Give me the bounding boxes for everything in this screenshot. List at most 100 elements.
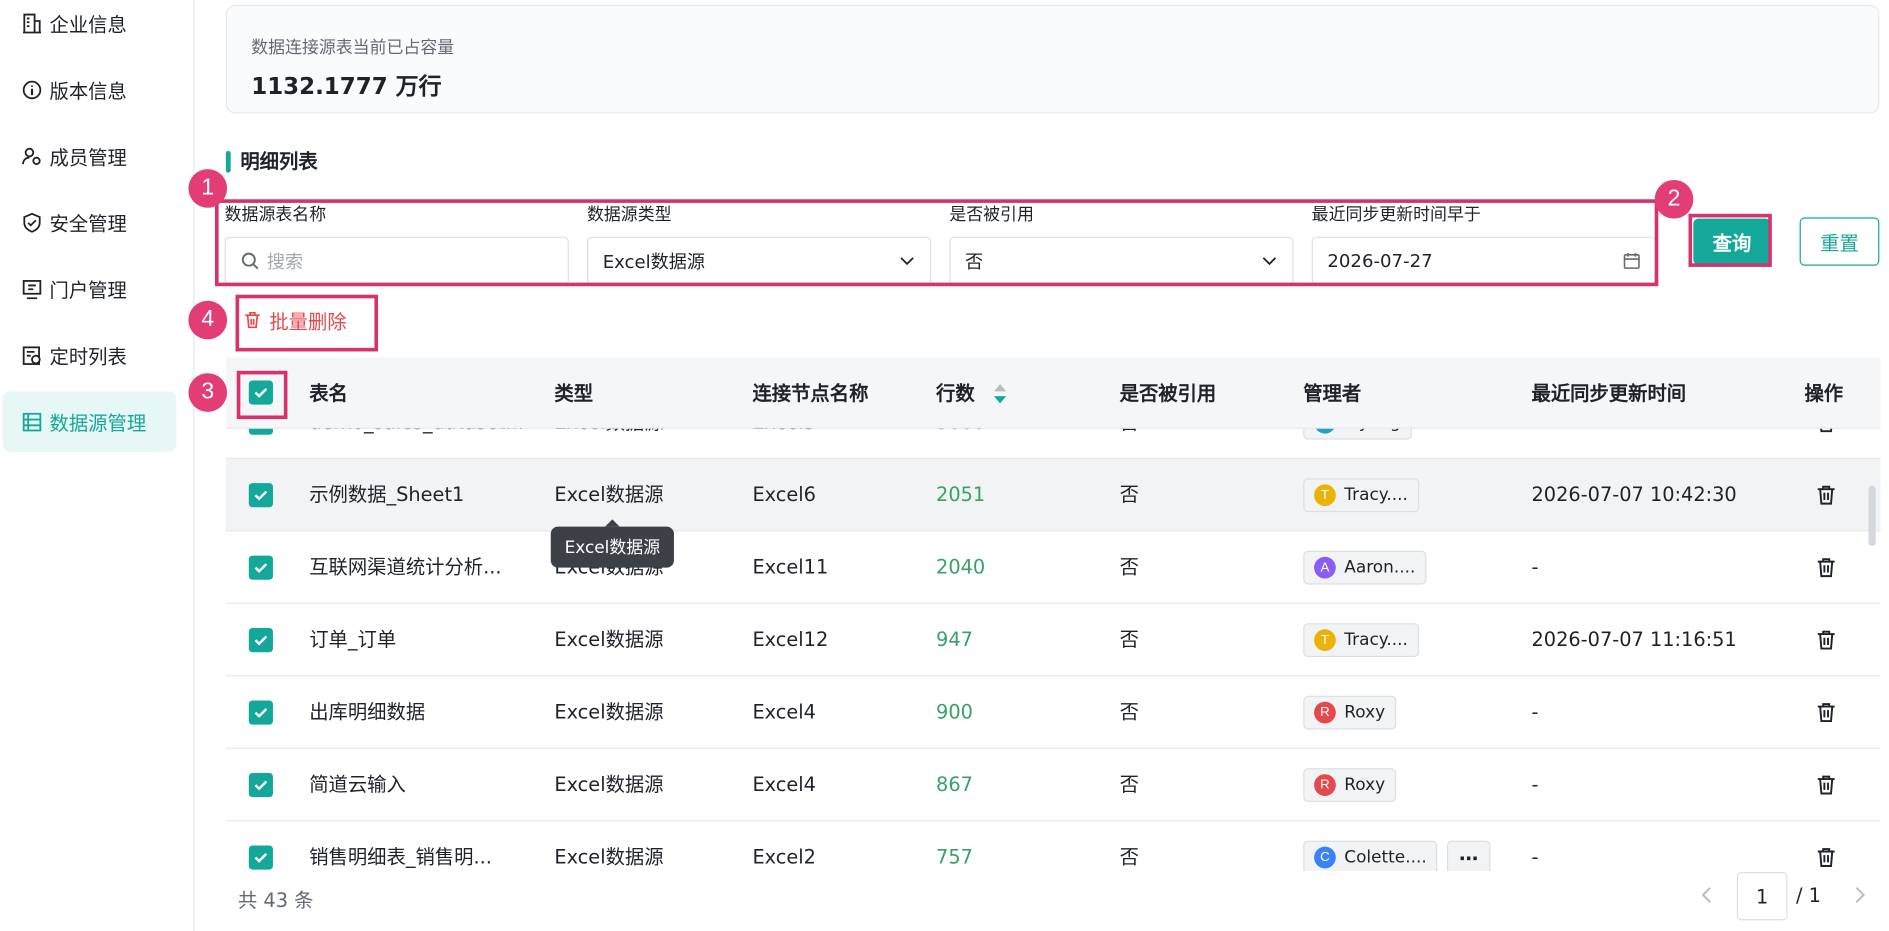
cell-referenced: 否 xyxy=(1119,700,1139,724)
cell-sync-time: - xyxy=(1531,845,1539,869)
sync-date-input[interactable]: 2026-07-27 xyxy=(1311,236,1656,286)
prev-page-icon[interactable] xyxy=(1701,887,1715,904)
owner-chip[interactable]: T Tracy.... xyxy=(1303,478,1419,513)
avatar: A xyxy=(1314,556,1336,579)
cell-type: Excel数据源 xyxy=(554,845,664,869)
sort-icon[interactable] xyxy=(993,382,1007,406)
owner-name: Roxy xyxy=(1344,702,1386,723)
table-row[interactable]: 示例数据_Sheet1 Excel数据源 Excel6 2051 否 T Tracy....… xyxy=(225,458,1881,532)
table-row[interactable]: 出库明细数据 Excel数据源 Excel4 900 否 R Roxy - xyxy=(225,676,1881,749)
portal-icon xyxy=(22,279,42,299)
cell-sync-time: - xyxy=(1531,700,1539,724)
cell-type: Excel数据源 xyxy=(554,700,664,724)
trash-icon[interactable] xyxy=(1815,629,1837,651)
cell-referenced: 否 xyxy=(1119,555,1139,579)
avatar: R xyxy=(1314,701,1336,724)
table-scrollbar[interactable] xyxy=(1868,485,1876,546)
row-checkbox[interactable] xyxy=(248,700,273,725)
row-checkbox[interactable] xyxy=(248,428,273,435)
owner-chip[interactable]: C Colette.... xyxy=(1303,840,1438,871)
more-owners-button[interactable]: ⋯ xyxy=(1446,840,1491,871)
capacity-label: 数据连接源表当前已占容量 xyxy=(251,38,455,58)
annotation-badge-4: 4 xyxy=(188,300,228,340)
capacity-card: 数据连接源表当前已占容量 1132.1777 万行 xyxy=(225,4,1880,114)
sidebar-item-datasource[interactable]: 数据源管理 xyxy=(2,391,177,452)
owner-name: Tracy.... xyxy=(1344,630,1408,650)
header-type: 类型 xyxy=(554,381,594,405)
cell-sync-time xyxy=(1531,429,1773,459)
table-body: demo_sales_dataset... Excel数据源 Excel5 3000 否… xyxy=(225,428,1881,871)
avatar: C xyxy=(1314,846,1336,869)
trash-icon[interactable] xyxy=(1815,774,1837,796)
sidebar-item-company[interactable]: 企业信息 xyxy=(2,0,176,53)
row-checkbox[interactable] xyxy=(248,772,273,798)
header-node: 连接节点名称 xyxy=(752,381,869,405)
page-input[interactable]: 1 xyxy=(1736,872,1788,921)
trash-icon[interactable] xyxy=(1815,557,1837,579)
cell-node: Excel4 xyxy=(752,772,816,796)
check-icon xyxy=(254,563,268,573)
row-checkbox[interactable] xyxy=(248,483,273,508)
cell-referenced: 否 xyxy=(1119,483,1139,507)
referenced-filter-label: 是否被引用 xyxy=(949,205,1034,225)
annotation-badge-3: 3 xyxy=(188,373,228,412)
header-sync-time: 最近同步更新时间 xyxy=(1531,381,1687,405)
bulk-delete-button[interactable]: 批量删除 xyxy=(243,306,347,335)
sidebar-item-schedule[interactable]: 定时列表 xyxy=(2,325,176,385)
sidebar-item-security[interactable]: 安全管理 xyxy=(2,192,176,252)
database-icon xyxy=(22,412,42,431)
cell-sync-time: - xyxy=(1531,772,1539,796)
page-total: / 1 xyxy=(1795,884,1821,908)
row-checkbox[interactable] xyxy=(248,628,273,653)
cell-name: 出库明细数据 xyxy=(309,700,426,724)
sidebar-item-portal[interactable]: 门户管理 xyxy=(2,258,176,318)
avatar: T xyxy=(1314,484,1336,507)
main-content: 数据连接源表当前已占容量 1132.1777 万行 明细列表 数据源表名称 数据… xyxy=(188,0,1889,931)
type-select[interactable]: Excel数据源 xyxy=(586,236,932,286)
cell-rows: 757 xyxy=(936,845,973,869)
owner-name: Tiyang xyxy=(1344,429,1400,433)
total-count: 共 43 条 xyxy=(237,888,314,912)
owner-chip[interactable]: A Aaron.... xyxy=(1303,550,1427,585)
owner-chip[interactable]: R Roxy xyxy=(1303,695,1396,730)
query-button[interactable]: 查询 xyxy=(1693,218,1771,265)
bulk-delete-label: 批量删除 xyxy=(269,310,347,334)
table-row[interactable]: 简道云输入 Excel数据源 Excel4 867 否 R Roxy - xyxy=(225,749,1881,822)
trash-icon[interactable] xyxy=(1815,847,1837,869)
trash-icon[interactable] xyxy=(1815,484,1837,506)
header-rows[interactable]: 行数 xyxy=(936,358,975,429)
cell-rows: 867 xyxy=(936,772,973,796)
type-select-value: Excel数据源 xyxy=(602,250,706,273)
cell-name: 示例数据_Sheet1 xyxy=(309,483,465,507)
cell-sync-time: 2026-07-07 10:42:30 xyxy=(1531,483,1737,507)
select-all-checkbox[interactable] xyxy=(248,380,273,405)
owner-name: Colette.... xyxy=(1344,847,1427,868)
row-checkbox[interactable] xyxy=(248,555,273,580)
cell-type: Excel数据源 xyxy=(554,429,735,459)
search-placeholder: 搜索 xyxy=(266,250,304,273)
sidebar-item-label: 安全管理 xyxy=(49,212,127,236)
sidebar-item-members[interactable]: 成员管理 xyxy=(2,126,176,186)
owner-name: Aaron.... xyxy=(1344,558,1416,578)
next-page-icon[interactable] xyxy=(1852,887,1866,904)
table-row[interactable]: 销售明细表_销售明... Excel数据源 Excel2 757 否 C Colette..… xyxy=(226,821,1881,871)
capacity-value: 1132.1777 万行 xyxy=(251,73,442,101)
reset-button[interactable]: 重置 xyxy=(1799,217,1880,266)
trash-icon[interactable] xyxy=(1815,428,1837,434)
trash-icon[interactable] xyxy=(1815,702,1837,724)
search-input[interactable]: 搜索 xyxy=(224,236,569,286)
sidebar-item-version[interactable]: 版本信息 xyxy=(2,59,176,119)
referenced-select[interactable]: 否 xyxy=(949,236,1294,286)
table-row[interactable]: 互联网渠道统计分析...Excel数据源Excel112040否AAaron..… xyxy=(225,531,1881,604)
cell-sync-time: - xyxy=(1531,555,1539,579)
cell-rows: 2051 xyxy=(936,483,986,507)
owner-chip[interactable]: T Tracy.... xyxy=(1303,623,1419,658)
owner-chip[interactable]: R Roxy xyxy=(1303,768,1396,802)
check-icon xyxy=(254,708,268,718)
schedule-icon xyxy=(22,345,41,365)
annotation-badge-1: 1 xyxy=(188,169,228,208)
table-row[interactable]: 订单_订单 Excel数据源 Excel12 947 否 T Tracy.... 2026-0… xyxy=(225,604,1881,677)
table-row[interactable]: demo_sales_dataset... Excel数据源 Excel5 3000 否… xyxy=(225,428,1881,459)
row-checkbox[interactable] xyxy=(248,845,273,870)
owner-chip[interactable]: T Tiyang xyxy=(1303,428,1412,440)
